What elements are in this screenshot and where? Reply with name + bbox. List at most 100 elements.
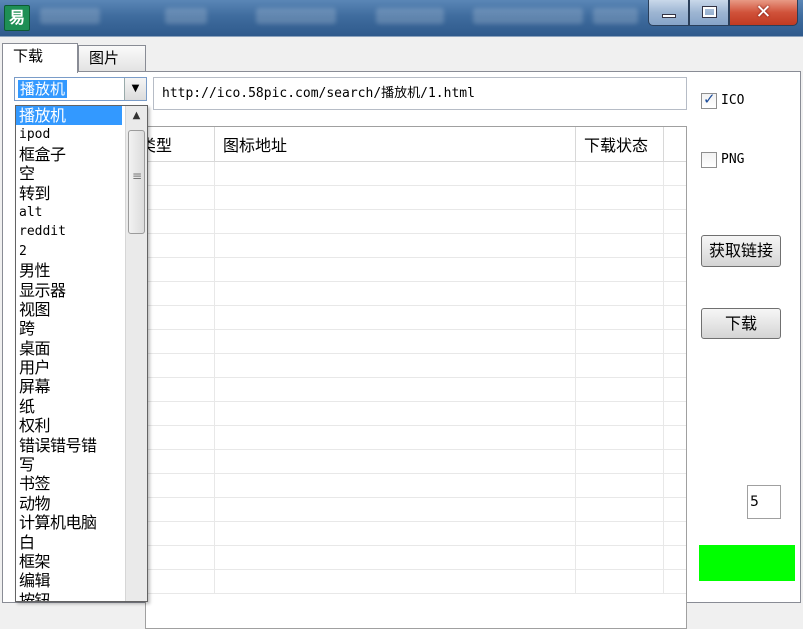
column-header-download-status[interactable]: 下载状态 [575, 127, 663, 161]
table-cell-divider [663, 426, 664, 449]
dropdown-item[interactable]: 用户 [16, 358, 122, 377]
dropdown-item[interactable]: reddit [16, 222, 122, 241]
table-cell-divider [575, 498, 576, 521]
keyword-dropdown-list[interactable]: 播放机 ipod 框盒子空转到 alt reddit 2 男性 显示器 视图跨桌面 用户 屏幕纸权利… [15, 105, 148, 602]
table-cell-divider [575, 522, 576, 545]
dropdown-item[interactable]: 编辑 [16, 571, 122, 590]
dropdown-item[interactable]: 框架 [16, 552, 122, 571]
table-row[interactable] [146, 186, 686, 210]
combobox-selected-text: 播放机 [18, 80, 68, 98]
dropdown-item[interactable]: 2 [16, 242, 122, 261]
column-header-type[interactable]: 类型 [146, 127, 214, 161]
table-cell-divider [575, 162, 576, 185]
table-row[interactable] [146, 354, 686, 378]
icon-list-grid[interactable]: 类型 图标地址 下载状态 [145, 126, 687, 629]
table-cell-divider [214, 498, 215, 521]
dropdown-item[interactable]: 写 [16, 455, 122, 474]
dropdown-item[interactable]: ipod [16, 125, 122, 144]
dropdown-item[interactable]: 白 [16, 533, 122, 552]
scroll-up-arrow-icon[interactable]: ▲ [126, 106, 147, 126]
title-bar: 易 ✕ [0, 0, 803, 36]
dropdown-item[interactable]: 纸 [16, 397, 122, 416]
table-cell-divider [575, 570, 576, 593]
table-cell-divider [214, 426, 215, 449]
table-cell-divider [575, 306, 576, 329]
close-icon: ✕ [755, 1, 772, 23]
column-header-icon-url[interactable]: 图标地址 [214, 127, 575, 161]
dropdown-item[interactable]: 男性 [16, 261, 122, 280]
table-cell-divider [214, 210, 215, 233]
table-row[interactable] [146, 234, 686, 258]
tab-picture[interactable]: 图片 [78, 45, 146, 71]
table-cell-divider [214, 354, 215, 377]
table-cell-divider [575, 450, 576, 473]
chevron-down-icon[interactable]: ▼ [124, 78, 146, 100]
table-cell-divider [575, 186, 576, 209]
png-checkbox-label[interactable]: PNG [721, 152, 744, 167]
dropdown-item[interactable]: 权利 [16, 416, 122, 435]
dropdown-item[interactable]: alt [16, 203, 122, 222]
download-button[interactable]: 下载 [701, 308, 781, 339]
column-header-spacer [663, 127, 686, 161]
dropdown-item[interactable]: 书签 [16, 474, 122, 493]
table-row[interactable] [146, 450, 686, 474]
ico-checkbox-label[interactable]: ICO [721, 93, 744, 108]
table-row[interactable] [146, 546, 686, 570]
keyword-combobox[interactable]: 播放机 ▼ [14, 77, 147, 101]
table-cell-divider [575, 234, 576, 257]
table-cell-divider [575, 378, 576, 401]
dropdown-item[interactable]: 桌面 [16, 339, 122, 358]
dropdown-item[interactable]: 框盒子 [16, 145, 122, 164]
table-cell-divider [214, 570, 215, 593]
table-cell-divider [214, 186, 215, 209]
table-cell-divider [214, 258, 215, 281]
table-row[interactable] [146, 282, 686, 306]
table-row[interactable] [146, 162, 686, 186]
table-cell-divider [214, 282, 215, 305]
table-row[interactable] [146, 258, 686, 282]
table-row[interactable] [146, 474, 686, 498]
table-row[interactable] [146, 426, 686, 450]
maximize-button[interactable] [689, 0, 729, 26]
dropdown-item[interactable]: 显示器 [16, 281, 122, 300]
table-cell-divider [663, 378, 664, 401]
close-button[interactable]: ✕ [729, 0, 798, 26]
png-checkbox[interactable] [701, 152, 717, 168]
dropdown-item[interactable]: 动物 [16, 494, 122, 513]
scrollbar-thumb[interactable] [128, 130, 145, 234]
dropdown-item[interactable]: 空 [16, 164, 122, 183]
table-cell-divider [663, 546, 664, 569]
app-logo-icon: 易 [4, 5, 30, 31]
table-cell-divider [663, 282, 664, 305]
thread-count-input[interactable]: 5 [747, 485, 781, 519]
url-input[interactable]: http://ico.58pic.com/search/播放机/1.html [153, 77, 687, 110]
table-row[interactable] [146, 498, 686, 522]
table-row[interactable] [146, 402, 686, 426]
tab-download[interactable]: 下载 [2, 43, 78, 73]
table-cell-divider [214, 474, 215, 497]
table-row[interactable] [146, 306, 686, 330]
table-cell-divider [663, 186, 664, 209]
table-row[interactable] [146, 330, 686, 354]
table-cell-divider [663, 450, 664, 473]
table-cell-divider [575, 402, 576, 425]
table-cell-divider [214, 450, 215, 473]
dropdown-scrollbar[interactable]: ▲ [125, 106, 147, 601]
dropdown-item[interactable]: 播放机 [16, 106, 122, 126]
dropdown-item[interactable]: 计算机电脑 [16, 513, 122, 532]
minimize-button[interactable] [648, 0, 689, 26]
ico-checkbox[interactable] [701, 90, 717, 109]
dropdown-item[interactable]: 按钮 [16, 591, 122, 601]
table-cell-divider [663, 474, 664, 497]
dropdown-item[interactable]: 视图 [16, 300, 122, 319]
dropdown-item[interactable]: 跨 [16, 319, 122, 338]
table-row[interactable] [146, 522, 686, 546]
table-row[interactable] [146, 570, 686, 594]
get-links-button[interactable]: 获取链接 [701, 235, 781, 267]
dropdown-item[interactable]: 转到 [16, 184, 122, 203]
dropdown-item[interactable]: 错误错号错 [16, 436, 122, 455]
table-row[interactable] [146, 210, 686, 234]
table-cell-divider [663, 210, 664, 233]
table-row[interactable] [146, 378, 686, 402]
dropdown-item[interactable]: 屏幕 [16, 377, 122, 396]
